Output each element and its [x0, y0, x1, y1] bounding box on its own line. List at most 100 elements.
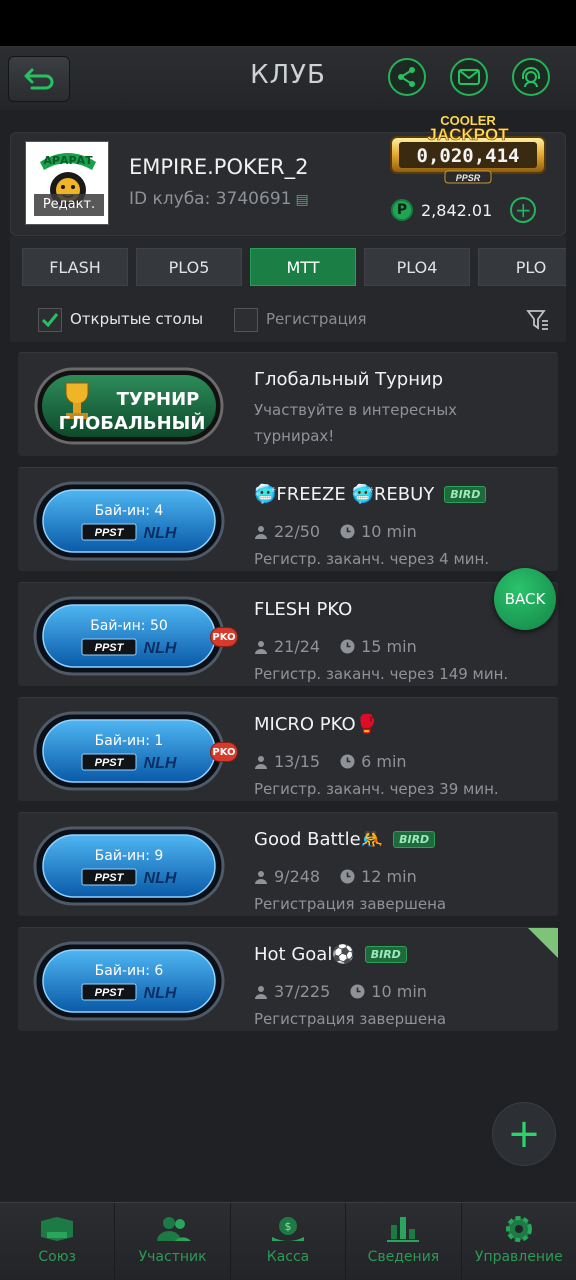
tournament-meta: 37/225 10 min: [254, 982, 447, 1001]
tournament-title-text: Hot Goal⚽: [254, 944, 355, 965]
tournament-title-text: MICRO PKO🥊: [254, 714, 379, 735]
add-balance-button[interactable]: +: [510, 197, 537, 223]
jackpot-line2: JACKPOT: [427, 125, 509, 144]
open-tables-label[interactable]: Открытые столы: [70, 310, 203, 328]
nav-settings[interactable]: Управление: [462, 1203, 576, 1280]
nav-members-label: Участник: [138, 1249, 207, 1265]
share-button[interactable]: [388, 58, 426, 96]
registration-status: Регистр. заканч. через 149 мин.: [254, 665, 509, 683]
registration-label[interactable]: Регистрация: [266, 310, 367, 328]
registration-checkbox[interactable]: [234, 308, 258, 332]
nav-stats[interactable]: Сведения: [346, 1203, 462, 1280]
global-tournament-badge: ТУРНИР ГЛОБАЛЬНЫЙ: [34, 367, 224, 445]
copy-icon[interactable]: ▤: [295, 192, 308, 208]
filter-button[interactable]: [526, 308, 550, 336]
cashier-icon: $: [272, 1217, 305, 1241]
clock-icon: [350, 984, 365, 999]
game-type: NLH: [144, 755, 177, 772]
tournament-card[interactable]: Бай-ин: 6 PPST NLH Hot Goal⚽ BIRD 37/225 10 mi…: [18, 927, 558, 1031]
tournament-meta: 21/24 15 min: [254, 637, 437, 656]
tournament-card[interactable]: Бай-ин: 9 PPST NLH Good Battle🤼 BIRD 9/248 12 …: [18, 812, 558, 916]
club-name: EMPIRE.POKER_2: [129, 155, 309, 179]
blind-time: 15 min: [361, 637, 417, 656]
create-tournament-button[interactable]: +: [492, 1102, 556, 1166]
settings-icon: [505, 1216, 532, 1242]
club-id-text: ID клуба: 3740691: [129, 189, 292, 209]
share-icon: [398, 67, 415, 87]
filter-icon: [526, 310, 548, 330]
status-bar: [0, 0, 576, 46]
buyin-badge: Бай-ин: 9 PPST NLH: [33, 826, 225, 906]
global-title: Глобальный Турнир: [254, 369, 444, 390]
player-count: 22/50: [274, 522, 321, 541]
global-desc-2: турнирах!: [254, 427, 335, 445]
brand-text: PPST: [95, 987, 125, 999]
blind-time: 10 min: [371, 982, 427, 1001]
tournament-card[interactable]: Бай-ин: 4 PPST NLH 🥶FREEZE 🥶REBUY BIRD 22/50 1…: [18, 467, 558, 571]
bird-badge: BIRD: [393, 831, 436, 848]
members-icon: [156, 1217, 191, 1241]
brand-text: PPST: [95, 642, 125, 654]
jackpot-banner[interactable]: COOLER JACKPOT 0,020,414 PPSR: [389, 111, 547, 189]
tournament-title-text: 🥶FREEZE 🥶REBUY: [254, 484, 435, 505]
coin-icon: P: [391, 199, 413, 221]
clock-icon: [340, 754, 355, 769]
page-title: КЛУБ: [250, 60, 326, 90]
blind-time: 6 min: [361, 752, 407, 771]
tab-plo4[interactable]: PLO4: [364, 248, 470, 286]
club-logo-text: АРАРАТ: [43, 154, 93, 167]
bird-badge: BIRD: [364, 946, 407, 963]
nav-stats-label: Сведения: [367, 1249, 440, 1265]
tab-flash[interactable]: FLASH: [22, 248, 128, 286]
support-button[interactable]: [512, 58, 550, 96]
nav-union[interactable]: Союз: [0, 1203, 116, 1280]
player-icon: [255, 870, 267, 884]
tournament-title: FLESH PKO: [254, 599, 352, 620]
registration-status: Регистр. заканч. через 4 мин.: [254, 550, 490, 568]
registration-status: Регистр. заканч. через 39 мин.: [254, 780, 499, 798]
buyin-badge: Бай-ин: 4 PPST NLH: [33, 481, 225, 561]
nav-settings-label: Управление: [474, 1249, 563, 1265]
tab-mtt[interactable]: MTT: [250, 248, 356, 286]
jackpot-icon: COOLER JACKPOT 0,020,414 PPSR: [390, 113, 546, 184]
nav-union-label: Союз: [38, 1249, 76, 1265]
buyin-text: Бай-ин: 6: [95, 963, 164, 979]
buyin-text: Бай-ин: 50: [90, 618, 168, 634]
tab-plo5[interactable]: PLO5: [136, 248, 242, 286]
jackpot-value: 0,020,414: [417, 145, 520, 167]
buyin-badge: Бай-ин: 6 PPST NLH: [33, 941, 225, 1021]
game-type: NLH: [144, 985, 177, 1002]
tab-plo[interactable]: PLO: [478, 248, 566, 286]
buyin-text: Бай-ин: 1: [95, 733, 164, 749]
bottom-nav: Союз Участник $ Касса Сведения Управлени…: [0, 1202, 576, 1280]
player-count: 21/24: [274, 637, 321, 656]
buyin-badge: Бай-ин: 1 PPST NLH: [33, 711, 225, 791]
buyin-badge: Бай-ин: 50 PPST NLH: [33, 596, 225, 676]
nav-cashier[interactable]: $ Касса: [231, 1203, 347, 1280]
mail-button[interactable]: [450, 58, 488, 96]
tournament-card[interactable]: Бай-ин: 1 PPST NLH PKO MICRO PKO🥊 13/15 6 min Р…: [18, 697, 558, 801]
check-icon: [41, 313, 59, 328]
back-float-button[interactable]: BACK: [494, 568, 556, 630]
app-header: КЛУБ: [0, 46, 576, 110]
player-icon: [255, 985, 267, 999]
edit-avatar-label[interactable]: Редакт.: [34, 194, 104, 216]
player-count: 37/225: [274, 982, 331, 1001]
club-avatar[interactable]: АРАРАТ Редакт.: [25, 141, 109, 225]
blind-time: 12 min: [361, 867, 417, 886]
nav-members[interactable]: Участник: [115, 1203, 231, 1280]
game-type: NLH: [144, 640, 177, 657]
player-icon: [255, 640, 267, 654]
buyin-text: Бай-ин: 4: [95, 503, 164, 519]
club-id: ID клуба: 3740691 ▤: [129, 189, 309, 209]
game-type: NLH: [144, 525, 177, 542]
brand-text: PPST: [95, 757, 125, 769]
player-count: 13/15: [274, 752, 321, 771]
tournament-title-text: FLESH PKO: [254, 599, 353, 620]
stats-icon: [387, 1217, 420, 1242]
support-icon: [522, 67, 540, 88]
balance-value: 2,842.01: [421, 200, 493, 220]
tournament-card[interactable]: Бай-ин: 50 PPST NLH PKO FLESH PKO 21/24 15 min…: [18, 582, 558, 686]
open-tables-checkbox[interactable]: [38, 308, 62, 332]
global-tournament-card[interactable]: ТУРНИР ГЛОБАЛЬНЫЙ Глобальный Турнир Учас…: [18, 352, 558, 456]
